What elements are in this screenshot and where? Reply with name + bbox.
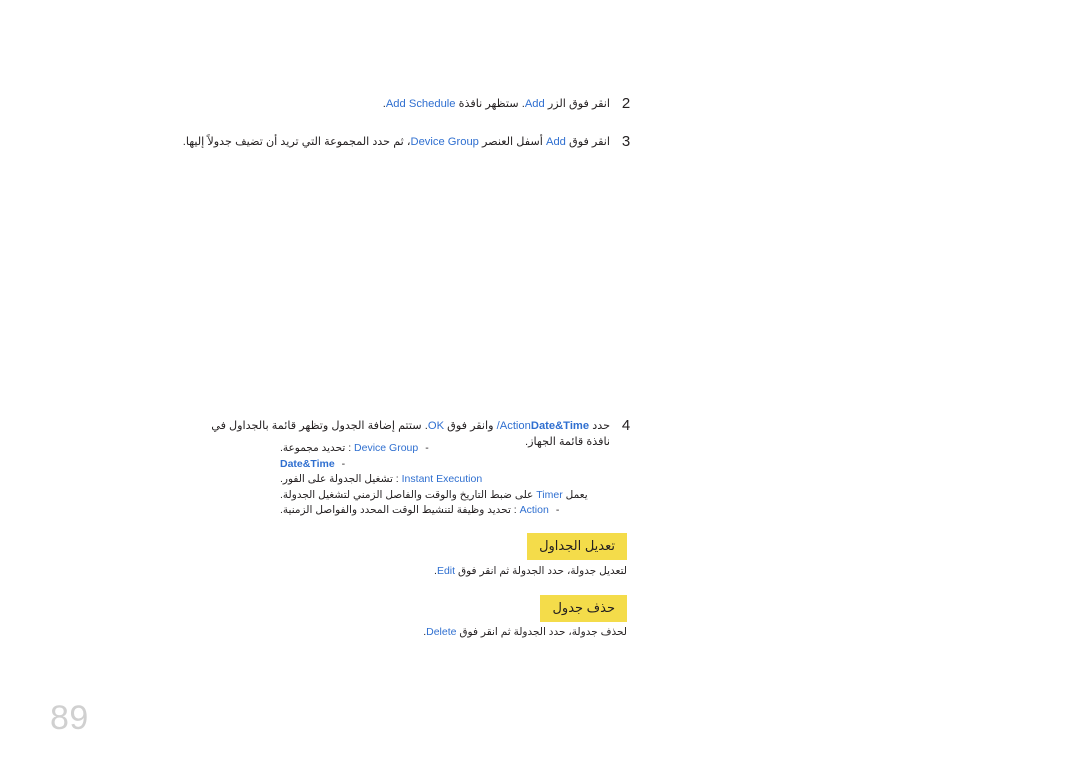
term-date-time: Date&Time (280, 457, 335, 470)
term-add: Add (546, 136, 566, 148)
option-list: - Device Group : تحديد مجموعة. - Date&Ti… (280, 441, 640, 519)
step-text: انقر فوق الزر Add. ستظهر نافذة Add Sched… (383, 96, 610, 112)
list-item-separator: : (513, 504, 517, 516)
list-item-separator: : (395, 473, 399, 485)
list-item-sentence-after: على ضبط التاريخ والوقت والفاصل الزمني لت… (280, 488, 534, 501)
step-text-pre: انقر فوق الزر (547, 98, 610, 110)
term-instant-execution: Instant Execution (401, 473, 483, 485)
step-text-pre: حدد (592, 420, 610, 432)
step-text-pre: انقر فوق (569, 136, 610, 148)
list-item: - Action : تحديد وظيفة لتنشيط الوقت المح… (280, 503, 640, 519)
list-item-label: تحديد مجموعة. (280, 442, 346, 454)
section-body-pre: لتعديل جدولة، حدد الجدولة ثم انقر فوق (457, 565, 627, 577)
step-text-mid: . ستظهر نافذة (458, 98, 525, 110)
list-item-body: Instant Execution : تشغيل الجدولة على ال… (280, 472, 482, 488)
list-item-body: Date&Time (280, 457, 335, 473)
term-device-group: Device Group (354, 442, 419, 454)
term-edit: Edit (436, 565, 456, 577)
step-number: 2 (621, 95, 631, 112)
step-text-mid: أسفل العنصر (482, 136, 543, 148)
bullet-marker: - (341, 457, 346, 470)
manual-page: 2 انقر فوق الزر Add. ستظهر نافذة Add Sch… (0, 0, 1080, 763)
list-item-sentence-before: يعمل (565, 488, 588, 501)
list-item-body: يعمل Timer على ضبط التاريخ والوقت والفاص… (280, 488, 588, 504)
step-number: 3 (621, 133, 631, 150)
term-action: Action (519, 504, 549, 516)
section-body-pre: لحذف جدولة، حدد الجدولة ثم انقر فوق (459, 626, 627, 638)
page-number: 89 (50, 699, 89, 737)
list-item-label: تشغيل الجدولة على الفور. (280, 473, 393, 485)
term-ok: OK (427, 420, 445, 432)
step-number: 4 (621, 417, 631, 434)
term-delete: Delete (426, 626, 457, 638)
step-text-mid: وانقر فوق (447, 420, 494, 432)
list-item-separator: : (348, 442, 352, 454)
list-item: Instant Execution : تشغيل الجدولة على ال… (280, 472, 640, 488)
section-heading-edit-schedules: تعديل الجداول (527, 533, 627, 560)
list-item: يعمل Timer على ضبط التاريخ والوقت والفاص… (280, 488, 640, 504)
term-device-group: Device Group (410, 136, 479, 148)
step-text-post: ، ثم حدد المجموعة التي تريد أن تضيف جدول… (182, 136, 411, 148)
step-text: انقر فوق Add أسفل العنصر Device Group، ث… (183, 134, 610, 150)
section-body-edit-schedules: لتعديل جدولة، حدد الجدولة ثم انقر فوق Ed… (434, 563, 627, 579)
list-item: - Device Group : تحديد مجموعة. (280, 441, 640, 457)
list-item-body: Device Group : تحديد مجموعة. (280, 441, 418, 457)
term-add-schedule: Add Schedule (385, 98, 456, 110)
bullet-marker: - (425, 442, 429, 454)
term-date-time: Date&Time (530, 420, 590, 432)
section-heading-delete-schedule: حذف جدول (540, 595, 627, 622)
step-item-3: 3 انقر فوق Add أسفل العنصر Device Group،… (183, 134, 634, 150)
bullet-marker: - (555, 504, 560, 516)
section-body-delete-schedule: لحذف جدولة، حدد الجدولة ثم انقر فوق Dele… (423, 624, 627, 640)
term-timer: Timer (536, 488, 563, 501)
term-add: Add (524, 98, 545, 110)
term-action: /Action (496, 420, 531, 432)
list-item-label: تحديد وظيفة لتنشيط الوقت المحدد والفواصل… (280, 504, 511, 516)
step-item-2: 2 انقر فوق الزر Add. ستظهر نافذة Add Sch… (383, 96, 634, 112)
list-item: - Date&Time (280, 457, 640, 473)
list-item-body: Action : تحديد وظيفة لتنشيط الوقت المحدد… (280, 503, 549, 519)
